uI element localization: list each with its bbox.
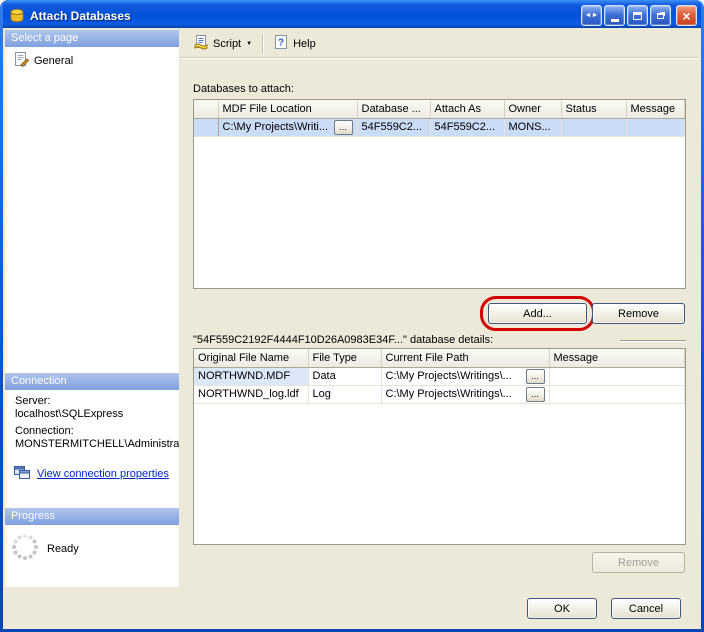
ok-button[interactable]: OK bbox=[527, 598, 597, 619]
connection-value: MONSTERMITCHELL\Administra bbox=[5, 437, 179, 450]
databases-to-attach-label: Databases to attach: bbox=[193, 83, 294, 95]
progress-panel: Ready bbox=[5, 525, 179, 587]
script-label: Script bbox=[213, 38, 241, 50]
help-label: Help bbox=[293, 38, 316, 50]
table-row[interactable]: NORTHWND.MDF Data C:\My Projects\Writing… bbox=[194, 367, 685, 385]
column-header-mdf-file-location: MDF File Location bbox=[218, 100, 357, 118]
script-button[interactable]: Script ▼ bbox=[188, 31, 257, 56]
progress-status: Ready bbox=[47, 543, 79, 555]
general-page-icon bbox=[13, 51, 29, 70]
column-header-attach-as: Attach As bbox=[430, 100, 504, 118]
connection-label: Connection: bbox=[5, 420, 179, 437]
details-table-header-row: Original File Name File Type Current Fil… bbox=[194, 349, 685, 367]
toolbar: Script ▼ ? Help bbox=[180, 30, 699, 58]
owner-cell[interactable]: MONS... bbox=[504, 118, 561, 136]
server-value: localhost\SQLExpress bbox=[5, 407, 179, 420]
server-label: Server: bbox=[5, 390, 179, 407]
minimize-button[interactable] bbox=[604, 5, 625, 26]
maximize-button[interactable] bbox=[627, 5, 648, 26]
script-icon bbox=[193, 34, 209, 53]
sidebar-item-general[interactable]: General bbox=[5, 47, 179, 73]
progress-header: Progress bbox=[5, 508, 179, 525]
column-header-message: Message bbox=[626, 100, 685, 118]
original-file-name-cell[interactable]: NORTHWND.MDF bbox=[194, 367, 308, 385]
details-remove-button[interactable]: Remove bbox=[592, 552, 685, 573]
general-label: General bbox=[34, 55, 73, 67]
add-button[interactable]: Add... bbox=[488, 303, 587, 324]
window-controls: ◄► × bbox=[581, 5, 697, 26]
maximize-icon bbox=[633, 12, 642, 20]
database-details-table: Original File Name File Type Current Fil… bbox=[193, 348, 686, 545]
browse-path-button[interactable]: ... bbox=[526, 369, 545, 384]
main-panel: Script ▼ ? Help Databases to attach: bbox=[180, 28, 701, 629]
progress-spinner-icon bbox=[11, 533, 39, 564]
remove-button[interactable]: Remove bbox=[592, 303, 685, 324]
close-icon: × bbox=[682, 8, 690, 24]
select-a-page-header: Select a page bbox=[5, 30, 179, 47]
database-icon bbox=[9, 8, 25, 24]
view-connection-properties-link[interactable]: View connection properties bbox=[37, 468, 169, 480]
current-file-path-cell[interactable]: C:\My Projects\Writings\... ... bbox=[381, 367, 549, 385]
column-header-selector bbox=[194, 100, 218, 118]
mdf-file-location-cell[interactable]: C:\My Projects\Writi... ... bbox=[218, 118, 357, 136]
svg-text:?: ? bbox=[278, 38, 284, 49]
mdf-file-location-value: C:\My Projects\Writi... bbox=[223, 121, 329, 133]
restore-icon bbox=[657, 13, 664, 19]
databases-to-attach-table: MDF File Location Database ... Attach As… bbox=[193, 99, 686, 289]
connection-header: Connection bbox=[5, 373, 179, 390]
database-cell[interactable]: 54F559C2... bbox=[357, 118, 430, 136]
browse-path-button[interactable]: ... bbox=[526, 387, 545, 402]
window-title: Attach Databases bbox=[30, 9, 581, 23]
attach-as-cell[interactable]: 54F559C2... bbox=[430, 118, 504, 136]
minimize-icon bbox=[611, 19, 619, 22]
current-file-path-value: C:\My Projects\Writings\... bbox=[386, 388, 512, 400]
dock-arrows-icon: ◄► bbox=[585, 12, 599, 19]
message-cell[interactable] bbox=[626, 118, 685, 136]
column-header-database: Database ... bbox=[357, 100, 430, 118]
toolbar-separator bbox=[262, 34, 263, 54]
column-header-status: Status bbox=[561, 100, 626, 118]
details-message-cell[interactable] bbox=[549, 367, 685, 385]
file-type-cell[interactable]: Data bbox=[308, 367, 381, 385]
connection-properties-icon bbox=[13, 464, 31, 483]
column-header-file-type: File Type bbox=[308, 349, 381, 367]
select-a-page-panel: General bbox=[5, 47, 179, 373]
browse-mdf-button[interactable]: ... bbox=[334, 120, 353, 135]
original-file-name-cell[interactable]: NORTHWND_log.ldf bbox=[194, 385, 308, 403]
column-header-owner: Owner bbox=[504, 100, 561, 118]
current-file-path-value: C:\My Projects\Writings\... bbox=[386, 370, 512, 382]
restore-button[interactable] bbox=[650, 5, 671, 26]
dialog-client-area: Select a page General Connection Server: bbox=[3, 28, 701, 629]
row-selector[interactable] bbox=[194, 118, 218, 136]
column-header-original-file-name: Original File Name bbox=[194, 349, 308, 367]
column-header-details-message: Message bbox=[549, 349, 685, 367]
table-row[interactable]: NORTHWND_log.ldf Log C:\My Projects\Writ… bbox=[194, 385, 685, 403]
dock-arrows-button[interactable]: ◄► bbox=[581, 5, 602, 26]
connection-panel: Server: localhost\SQLExpress Connection:… bbox=[5, 390, 179, 508]
script-dropdown-icon[interactable]: ▼ bbox=[246, 41, 252, 47]
details-message-cell[interactable] bbox=[549, 385, 685, 403]
column-header-current-file-path: Current File Path bbox=[381, 349, 549, 367]
titlebar[interactable]: Attach Databases ◄► × bbox=[3, 0, 701, 28]
help-button[interactable]: ? Help bbox=[268, 31, 321, 56]
attach-databases-window: Attach Databases ◄► × Select a page bbox=[0, 0, 704, 632]
details-divider bbox=[620, 340, 686, 342]
close-button[interactable]: × bbox=[676, 5, 697, 26]
attach-table-header-row: MDF File Location Database ... Attach As… bbox=[194, 100, 685, 118]
database-details-label: "54F559C2192F4444F10D26A0983E34F..." dat… bbox=[193, 334, 493, 346]
current-file-path-cell[interactable]: C:\My Projects\Writings\... ... bbox=[381, 385, 549, 403]
table-row[interactable]: C:\My Projects\Writi... ... 54F559C2... … bbox=[194, 118, 685, 136]
status-cell[interactable] bbox=[561, 118, 626, 136]
file-type-cell[interactable]: Log bbox=[308, 385, 381, 403]
help-icon: ? bbox=[273, 34, 289, 53]
cancel-button[interactable]: Cancel bbox=[611, 598, 681, 619]
